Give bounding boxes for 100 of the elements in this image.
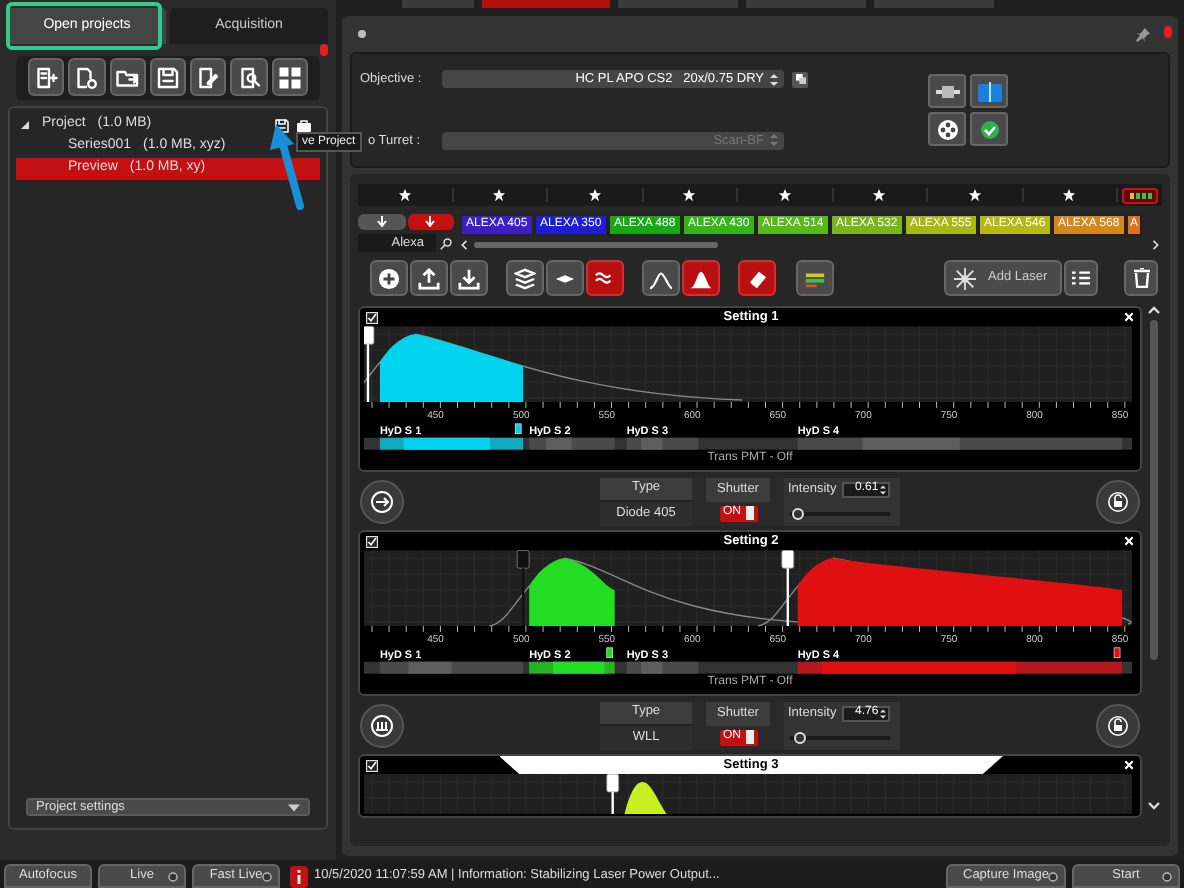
spectrum-filled-icon — [690, 267, 712, 289]
check-icon — [977, 119, 1001, 139]
close-icon[interactable] — [1124, 760, 1134, 770]
laser-line-marker[interactable] — [606, 774, 620, 814]
tool-button[interactable] — [506, 260, 544, 296]
scrollbar-thumb[interactable] — [474, 241, 718, 247]
toolbar-button[interactable] — [68, 58, 106, 96]
dropdown-caret-icon — [288, 803, 300, 811]
detector-band[interactable] — [797, 661, 1123, 674]
sort-button[interactable] — [407, 214, 454, 230]
save-icon — [155, 65, 180, 89]
copy-button[interactable] — [792, 71, 808, 88]
tool-button[interactable] — [738, 260, 776, 296]
check-button[interactable] — [970, 112, 1008, 146]
save-icon[interactable] — [274, 117, 290, 133]
laser-line-marker[interactable] — [364, 326, 375, 402]
tool-button[interactable] — [796, 260, 834, 296]
star-icon[interactable] — [492, 188, 507, 202]
beam-circle-icon — [370, 713, 394, 737]
detector-band[interactable] — [379, 437, 524, 450]
eraser-icon — [746, 267, 768, 289]
document-search-icon — [237, 65, 262, 89]
toolbar-button[interactable] — [28, 58, 65, 96]
level-indicator-icon[interactable] — [1122, 187, 1158, 203]
chevron-left-icon[interactable] — [460, 239, 468, 249]
trash-icon — [1133, 268, 1149, 288]
spectrum-outline-icon — [650, 267, 672, 289]
slider-thumb[interactable] — [791, 507, 804, 519]
emission-curve — [624, 782, 667, 814]
view-button[interactable] — [970, 74, 1008, 108]
document-plus-icon — [34, 65, 59, 89]
close-icon[interactable] — [1124, 536, 1134, 546]
grid-icon — [277, 65, 302, 89]
tool-button[interactable] — [546, 260, 584, 296]
tool-button[interactable] — [450, 260, 488, 296]
star-icon[interactable] — [967, 188, 982, 202]
download-icon — [458, 267, 480, 289]
star-icon[interactable] — [587, 188, 602, 202]
star-icon[interactable] — [777, 188, 792, 202]
chevron-down-icon[interactable] — [1148, 802, 1160, 810]
starburst-icon — [954, 267, 976, 289]
star-icon[interactable] — [872, 188, 887, 202]
spinner-arrows-icon — [770, 73, 778, 86]
star-icon[interactable] — [682, 188, 697, 202]
lock-button[interactable] — [1096, 479, 1140, 523]
toolbar-button[interactable] — [230, 58, 268, 96]
wave-lines-icon — [594, 267, 616, 289]
toolbar-button[interactable] — [190, 58, 227, 96]
checkbox[interactable] — [366, 759, 378, 771]
pin-icon[interactable] — [1136, 27, 1150, 41]
list-button[interactable] — [1064, 260, 1098, 296]
folder-icon — [115, 65, 140, 89]
checkbox[interactable] — [366, 535, 378, 547]
spinner-arrows-icon — [770, 134, 778, 147]
delete-button[interactable] — [1124, 260, 1158, 296]
laser-mode-button[interactable] — [360, 703, 404, 747]
chevron-up-icon[interactable] — [1148, 306, 1160, 314]
laser-line-marker[interactable] — [516, 550, 530, 626]
tool-button[interactable] — [682, 260, 720, 296]
slider-thumb[interactable] — [794, 731, 807, 743]
tool-button[interactable] — [586, 260, 624, 296]
toolbar-button[interactable] — [109, 58, 146, 96]
copy-icon — [795, 74, 805, 85]
detector-indicator — [606, 647, 613, 659]
layers-icon — [514, 267, 536, 289]
list-icon — [1072, 270, 1090, 286]
wheel-icon — [935, 119, 959, 139]
slider-button[interactable] — [928, 74, 966, 108]
tool-button[interactable] — [642, 260, 680, 296]
scrollbar-thumb[interactable] — [1150, 320, 1158, 660]
spinner-arrows-icon — [880, 707, 887, 719]
laser-line-marker[interactable] — [781, 550, 795, 626]
collapse-icon[interactable] — [358, 30, 366, 38]
lock-button[interactable] — [1096, 703, 1140, 747]
tool-button[interactable] — [370, 260, 408, 296]
close-icon[interactable] — [1124, 312, 1134, 322]
toolbar-button[interactable] — [271, 58, 308, 96]
detector-indicator — [1113, 647, 1121, 659]
star-icon[interactable] — [397, 188, 412, 202]
detector-band[interactable] — [529, 661, 615, 674]
sort-button[interactable] — [358, 214, 405, 230]
sort-arrow-icon — [375, 216, 388, 228]
laser-mode-button[interactable] — [360, 479, 404, 523]
info-icon — [290, 866, 308, 888]
checkbox[interactable] — [366, 311, 378, 323]
wheel-button[interactable] — [928, 112, 966, 146]
arrow-circle-icon — [370, 489, 394, 513]
briefcase-icon[interactable] — [296, 117, 312, 133]
upload-icon — [418, 267, 440, 289]
chevron-right-icon[interactable] — [1152, 239, 1160, 249]
plus-circle-icon — [378, 267, 400, 289]
unlocked-padlock-icon — [1108, 715, 1128, 735]
panel-icon — [977, 81, 1001, 101]
document-gear-icon — [74, 65, 99, 89]
tool-button[interactable] — [410, 260, 448, 296]
search-icon — [440, 237, 452, 249]
toolbar-button[interactable] — [149, 58, 187, 96]
star-icon[interactable] — [1062, 188, 1077, 202]
unlocked-padlock-icon — [1108, 491, 1128, 511]
document-pencil-icon — [196, 65, 221, 89]
